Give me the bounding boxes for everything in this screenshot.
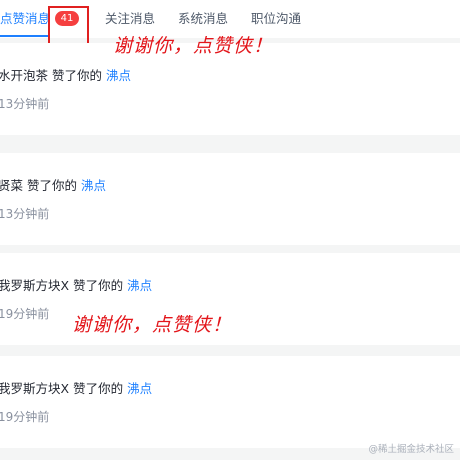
notification-text: 水开泡茶 赞了你的 沸点 (0, 67, 131, 85)
notification-user[interactable]: 水开泡茶 (0, 68, 48, 83)
badge-highlight-box (48, 6, 89, 48)
notification-time: 19分钟前 (0, 410, 50, 424)
notification-action: 赞了你的 (73, 381, 124, 396)
watermark: @稀土掘金技术社区 (368, 444, 454, 455)
notification-item[interactable]: 我罗斯方块X 赞了你的 沸点 19分钟前 (0, 356, 460, 448)
notification-time: 19分钟前 (0, 307, 50, 321)
notification-action: 赞了你的 (27, 178, 78, 193)
notification-user[interactable]: 我罗斯方块X (0, 278, 69, 293)
notification-item[interactable]: 贤菜 赞了你的 沸点 13分钟前 (0, 153, 460, 245)
notification-target-link[interactable]: 沸点 (106, 68, 131, 83)
notification-target-link[interactable]: 沸点 (127, 381, 152, 396)
notification-user[interactable]: 贤菜 (0, 178, 23, 193)
notification-text: 贤菜 赞了你的 沸点 (0, 177, 106, 195)
tab-job-chat[interactable]: 职位沟通 (251, 11, 301, 27)
notification-time: 13分钟前 (0, 97, 50, 111)
notification-text: 我罗斯方块X 赞了你的 沸点 (0, 380, 152, 398)
handwritten-thanks-note: 谢谢你，点赞侠！ (72, 314, 233, 336)
notification-target-link[interactable]: 沸点 (127, 278, 152, 293)
notification-action: 赞了你的 (52, 68, 103, 83)
tab-system[interactable]: 系统消息 (178, 11, 228, 27)
notification-user[interactable]: 我罗斯方块X (0, 381, 69, 396)
active-tab-indicator (0, 35, 50, 37)
tab-follows[interactable]: 关注消息 (105, 11, 155, 27)
handwritten-thanks-note: 谢谢你，点赞侠！ (113, 35, 274, 57)
tab-likes[interactable]: 点赞消息 (0, 11, 50, 27)
notification-time: 13分钟前 (0, 207, 50, 221)
notification-target-link[interactable]: 沸点 (81, 178, 106, 193)
notification-action: 赞了你的 (73, 278, 124, 293)
notification-text: 我罗斯方块X 赞了你的 沸点 (0, 277, 152, 295)
